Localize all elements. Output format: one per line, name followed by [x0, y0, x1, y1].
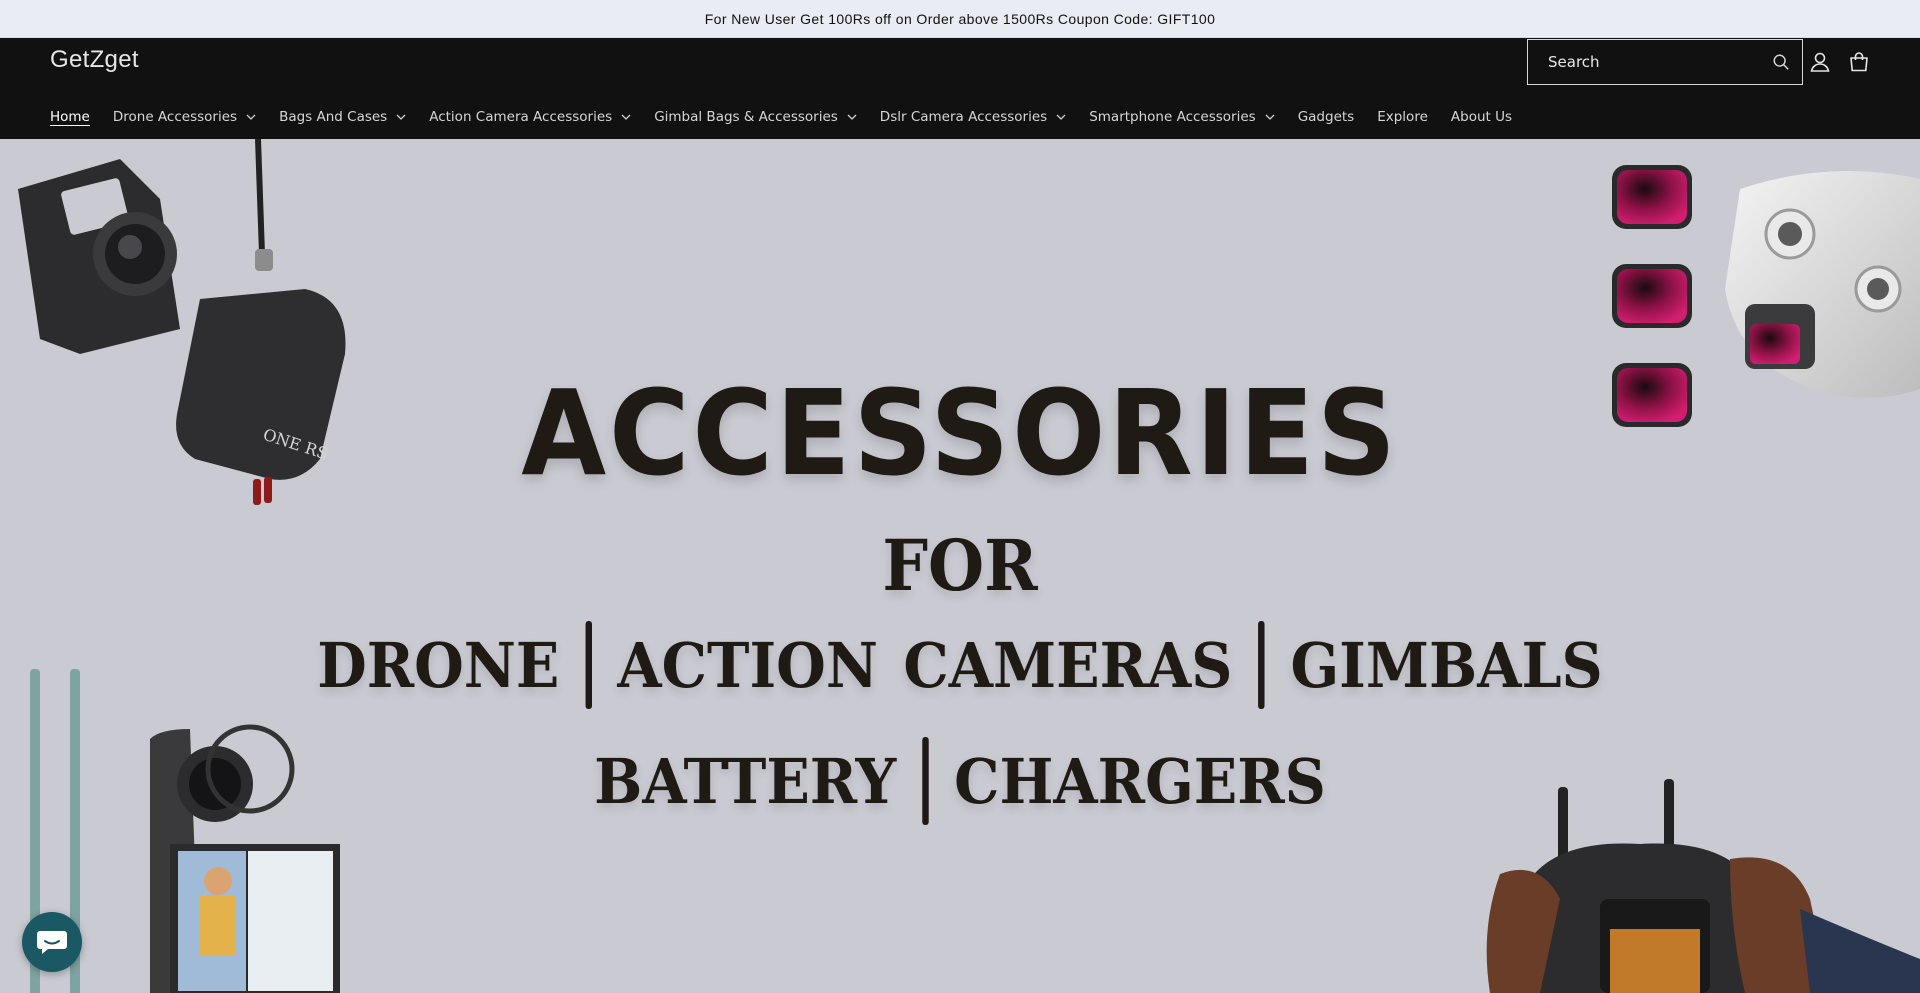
hero-banner[interactable]: ONE RS ACCESSORIES FOR DRONE ACTION CAME…	[0, 139, 1920, 993]
hero-category: CHARGERS	[954, 745, 1326, 818]
hero-separator	[921, 737, 929, 825]
hero-category: ACTION CAMERAS	[617, 629, 1233, 702]
announcement-text: For New User Get 100Rs off on Order abov…	[704, 10, 1216, 27]
chevron-down-icon	[847, 114, 857, 120]
hero-category: GIMBALS	[1290, 629, 1603, 702]
hero-categories-line-1: DRONE ACTION CAMERAS GIMBALS	[77, 621, 1843, 715]
nav-item-gimbal-bags-accessories[interactable]: Gimbal Bags & Accessories	[654, 109, 857, 125]
nav-item-about-us[interactable]: About Us	[1451, 109, 1512, 125]
nav-label: Bags And Cases	[279, 109, 388, 125]
search-icon[interactable]	[1772, 53, 1790, 71]
account-icon[interactable]	[1808, 50, 1832, 74]
nav-item-action-camera-accessories[interactable]: Action Camera Accessories	[429, 109, 631, 125]
hero-separator	[585, 621, 592, 709]
chevron-down-icon	[396, 114, 406, 120]
main-nav: Home Drone Accessories Bags And Cases Ac…	[50, 105, 1535, 129]
nav-label: Dslr Camera Accessories	[879, 109, 1048, 125]
hero-category: BATTERY	[594, 745, 897, 818]
nav-item-explore[interactable]: Explore	[1377, 109, 1428, 125]
chevron-down-icon	[621, 114, 631, 120]
nav-label: Explore	[1377, 109, 1428, 125]
cart-icon[interactable]	[1847, 50, 1871, 74]
hero-separator	[1258, 621, 1265, 709]
nav-item-dslr-camera-accessories[interactable]: Dslr Camera Accessories	[880, 109, 1066, 125]
announcement-bar: For New User Get 100Rs off on Order abov…	[0, 0, 1920, 38]
site-logo[interactable]: GetZget	[50, 46, 139, 74]
camera-cage-image	[18, 159, 180, 354]
nav-label: Gimbal Bags & Accessories	[654, 109, 838, 125]
nav-label: Drone Accessories	[112, 109, 238, 125]
nav-label: Gadgets	[1297, 109, 1355, 125]
hero-headline: ACCESSORIES	[521, 364, 1399, 502]
nav-label: Action Camera Accessories	[429, 109, 613, 125]
chevron-down-icon	[1056, 114, 1066, 120]
nav-item-home[interactable]: Home	[50, 109, 90, 125]
nav-label: About Us	[1450, 109, 1513, 125]
chat-button[interactable]	[22, 912, 82, 972]
chevron-down-icon	[1265, 114, 1275, 120]
site-header: GetZget Search Home Drone Accessories Ba…	[0, 38, 1920, 139]
chevron-down-icon	[246, 114, 256, 120]
nav-item-gadgets[interactable]: Gadgets	[1298, 109, 1355, 125]
search-placeholder: Search	[1548, 53, 1600, 71]
nav-item-smartphone-accessories[interactable]: Smartphone Accessories	[1089, 109, 1275, 125]
search-input[interactable]: Search	[1527, 39, 1803, 85]
hero-subheadline: FOR	[882, 524, 1038, 607]
chat-icon	[37, 931, 67, 954]
hero-category: DRONE	[317, 629, 560, 702]
nav-item-bags-and-cases[interactable]: Bags And Cases	[279, 109, 406, 125]
nav-item-drone-accessories[interactable]: Drone Accessories	[113, 109, 256, 125]
nav-label: Smartphone Accessories	[1089, 109, 1256, 125]
hero-categories-line-2: BATTERY CHARGERS	[77, 737, 1843, 831]
nav-label: Home	[50, 109, 90, 125]
